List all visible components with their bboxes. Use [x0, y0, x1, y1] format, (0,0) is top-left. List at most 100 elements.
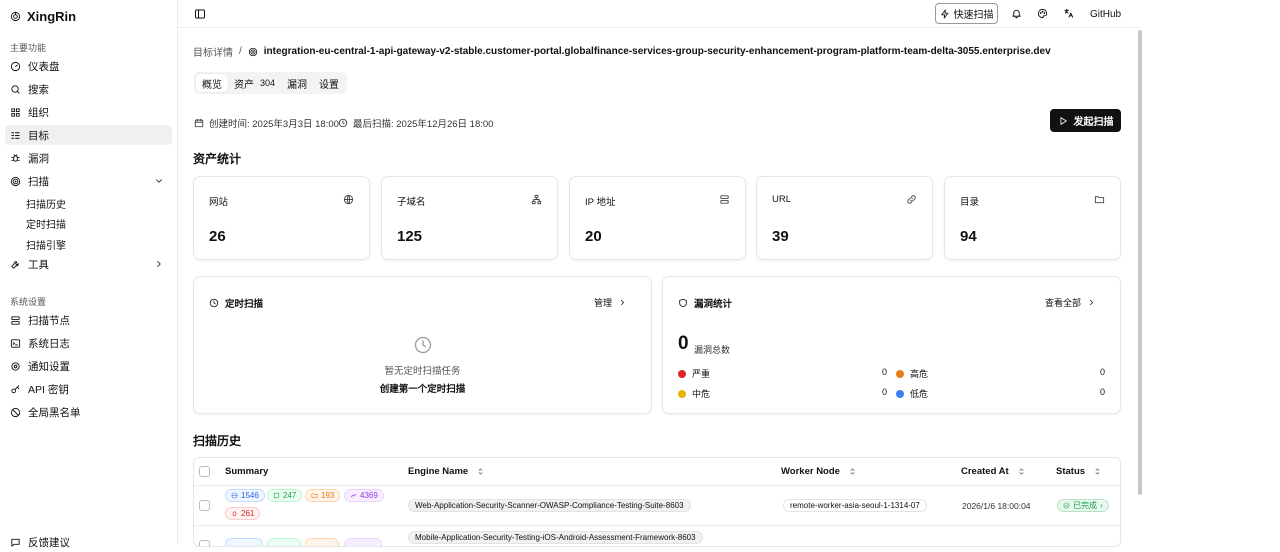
- sort-icon: [476, 467, 485, 476]
- link-icon: [906, 194, 917, 205]
- start-scan-label: 发起扫描: [1073, 117, 1114, 128]
- scan-history-title: 扫描历史: [193, 434, 242, 448]
- sidebar-item-tools[interactable]: 工具: [5, 254, 172, 274]
- stat-value: 26: [209, 228, 226, 245]
- view-all-label: 查看全部: [1044, 298, 1081, 308]
- topbar: 快速扫描 GitHub: [178, 0, 1140, 28]
- empty-message: 暂无定时扫描任务: [384, 366, 461, 377]
- sidebar-item-system-logs[interactable]: 系统日志: [5, 333, 172, 353]
- sidebar-item-feedback[interactable]: 反馈建议: [5, 532, 172, 552]
- sidebar-item-scan[interactable]: 扫描: [5, 171, 172, 191]
- column-label: Summary: [225, 466, 269, 477]
- sidebar-subitem-scan-history[interactable]: 扫描历史: [26, 196, 66, 211]
- created-time: 创建时间: 2025年3月3日 18:00: [194, 116, 339, 130]
- summary-badge-directories: [305, 538, 339, 546]
- header-divider: [194, 485, 1120, 486]
- tool-icon: [10, 259, 21, 270]
- stat-card-websites[interactable]: 网站 26: [193, 176, 370, 260]
- row-divider: [194, 525, 1120, 526]
- tab-overview[interactable]: 概览: [196, 74, 228, 92]
- sidebar-item-blacklist[interactable]: 全局黑名单: [5, 402, 172, 422]
- breadcrumb-target: integration-eu-central-1-api-gateway-v2-…: [263, 46, 1051, 57]
- badge-value: 1546: [241, 491, 259, 500]
- server-icon: [719, 194, 730, 205]
- server-icon: [273, 492, 280, 499]
- stat-label: 目录: [960, 197, 980, 208]
- last-scan-time: 最后扫描: 2025年12月26日 18:00: [338, 116, 493, 130]
- row-checkbox[interactable]: [199, 500, 210, 511]
- stat-card-ip[interactable]: IP 地址 20: [569, 176, 746, 260]
- github-link[interactable]: GitHub: [1090, 9, 1121, 20]
- manage-link[interactable]: 管理: [594, 296, 627, 309]
- chevron-right-icon[interactable]: [154, 259, 164, 269]
- network-icon: [531, 194, 542, 205]
- column-label: Worker Node: [781, 466, 840, 477]
- sidebar-item-organization[interactable]: 组织: [5, 102, 172, 122]
- dashboard-icon: [10, 61, 21, 72]
- stat-value: 125: [397, 228, 423, 245]
- stat-card-url[interactable]: URL 39: [756, 176, 933, 260]
- status-badge[interactable]: 已完成 ›: [1057, 499, 1109, 512]
- quick-scan-button[interactable]: 快速扫描: [935, 3, 998, 24]
- sidebar-item-target[interactable]: 目标: [5, 125, 172, 145]
- system-section-label: 系统设置: [10, 297, 47, 307]
- stat-card-subdomains[interactable]: 子域名 125: [381, 176, 558, 260]
- vuln-total-label: 漏洞总数: [694, 345, 731, 355]
- column-status[interactable]: Status: [1056, 458, 1102, 485]
- check-circle-icon: [1063, 502, 1070, 509]
- quick-scan-label: 快速扫描: [953, 10, 994, 21]
- chevron-right-icon: [618, 298, 627, 307]
- terminal-icon: [10, 338, 21, 349]
- column-worker-node[interactable]: Worker Node: [781, 458, 857, 485]
- scan-history-table: Summary Engine Name Worker Node Created …: [193, 457, 1121, 547]
- sidebar-item-dashboard[interactable]: 仪表盘: [5, 56, 172, 76]
- empty-clock-icon: [413, 335, 433, 355]
- bell-icon[interactable]: [1011, 8, 1022, 19]
- summary-badge-websites: 1546: [225, 489, 265, 502]
- stat-card-directories[interactable]: 目录 94: [944, 176, 1121, 260]
- sidebar: XingRin 主要功能 仪表盘 搜索 组织 目标 漏洞 扫描 扫描历史 定时扫…: [0, 0, 178, 549]
- tab-label: 漏洞: [287, 79, 308, 91]
- tab-vulnerabilities[interactable]: 漏洞: [281, 74, 313, 92]
- sidebar-item-scan-nodes[interactable]: 扫描节点: [5, 310, 172, 330]
- severity-medium: 中危: [678, 387, 710, 400]
- sidebar-item-vulnerabilities[interactable]: 漏洞: [5, 148, 172, 168]
- sidebar-item-api-keys[interactable]: API 密钥: [5, 379, 172, 399]
- select-all-checkbox[interactable]: [199, 466, 210, 477]
- scrollbar[interactable]: [1138, 30, 1142, 495]
- view-all-link[interactable]: 查看全部: [1045, 296, 1096, 309]
- globe-icon: [231, 492, 238, 499]
- breadcrumb-parent[interactable]: 目标详情: [193, 44, 233, 59]
- breadcrumb-separator: /: [239, 46, 242, 57]
- create-scheduled-scan-link[interactable]: 创建第一个定时扫描: [194, 381, 651, 395]
- bug-icon: [10, 153, 21, 164]
- link-icon: [350, 492, 357, 499]
- server-icon: [10, 315, 21, 326]
- severity-label: 严重: [692, 369, 711, 379]
- sidebar-item-search[interactable]: 搜索: [5, 79, 172, 99]
- tab-assets[interactable]: 资产 304: [228, 74, 281, 92]
- stat-label: 子域名: [397, 197, 426, 208]
- brand[interactable]: XingRin: [10, 9, 76, 24]
- chevron-down-icon[interactable]: [154, 176, 164, 186]
- severity-label: 中危: [692, 389, 711, 399]
- breadcrumb: 目标详情 / integration-eu-central-1-api-gate…: [193, 44, 1051, 59]
- start-scan-button[interactable]: 发起扫描: [1050, 109, 1121, 132]
- tab-label: 概览: [202, 79, 222, 91]
- sidebar-toggle-icon[interactable]: [194, 8, 206, 20]
- sidebar-subitem-scheduled-scan[interactable]: 定时扫描: [26, 216, 66, 231]
- status-label: 已完成: [1073, 501, 1097, 510]
- column-created-at[interactable]: Created At: [961, 458, 1026, 485]
- sidebar-item-notifications[interactable]: 通知设置: [5, 356, 172, 376]
- column-engine-name[interactable]: Engine Name: [408, 458, 485, 485]
- language-icon[interactable]: [1063, 8, 1074, 19]
- severity-label: 低危: [910, 389, 929, 399]
- folder-icon: [311, 492, 318, 499]
- main-content: 目标详情 / integration-eu-central-1-api-gate…: [178, 28, 1138, 547]
- sort-icon: [1017, 467, 1026, 476]
- tab-settings[interactable]: 设置: [313, 74, 345, 92]
- sidebar-subitem-scan-engine[interactable]: 扫描引擎: [26, 237, 66, 252]
- palette-icon[interactable]: [1037, 8, 1048, 19]
- panel-title: 定时扫描: [225, 299, 264, 310]
- app-name: XingRin: [27, 9, 77, 24]
